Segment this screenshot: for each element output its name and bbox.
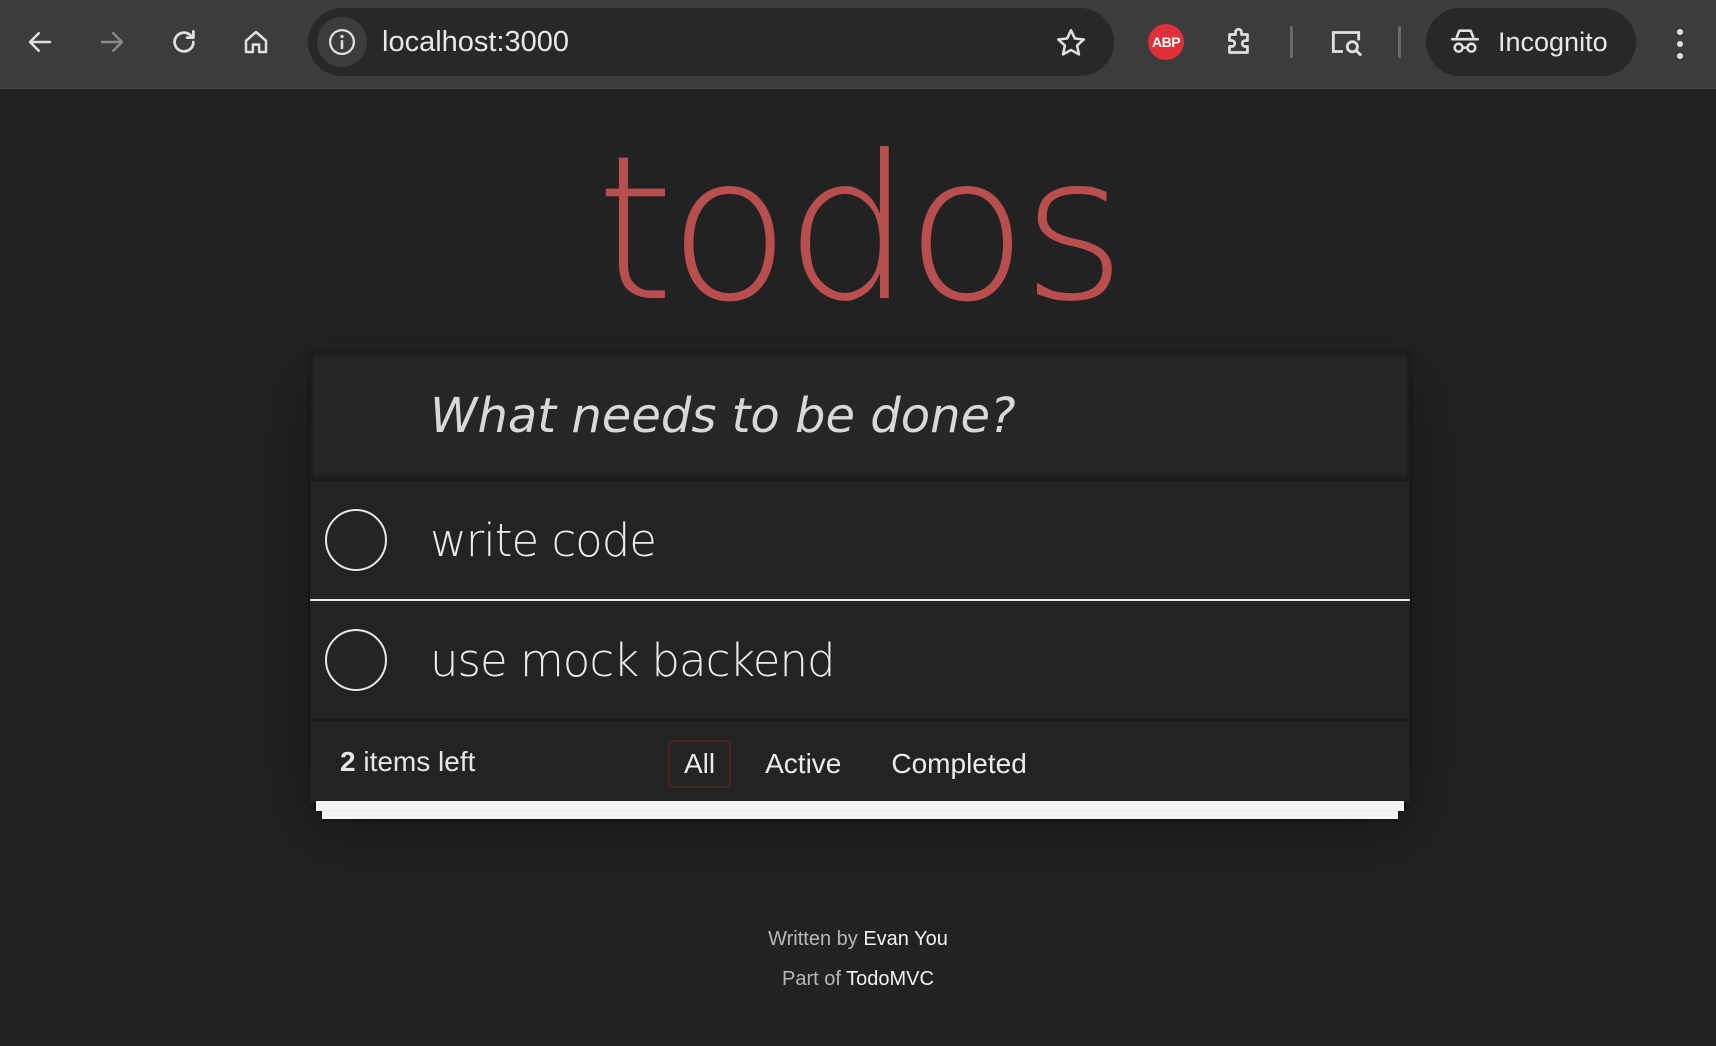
stack-shadow-layer	[322, 811, 1398, 819]
filter-active[interactable]: Active	[749, 740, 857, 788]
items-left-number: 2	[340, 746, 356, 777]
menu-icon	[1677, 29, 1683, 35]
todo-label[interactable]: use mock backend	[430, 601, 836, 721]
incognito-icon	[1450, 29, 1480, 53]
stack-shadow-layer	[316, 801, 1404, 811]
info-part-of: Part of TodoMVC	[0, 968, 1716, 991]
abp-icon: ABP	[1151, 34, 1181, 50]
reload-icon	[173, 30, 195, 53]
todo-app: write code use mock backend 2 items left…	[310, 351, 1410, 803]
info-written-prefix: Written by	[768, 928, 864, 950]
forward-button[interactable]	[86, 16, 138, 68]
back-button[interactable]	[14, 16, 66, 68]
address-bar[interactable]: localhost:3000	[308, 8, 1114, 76]
home-button[interactable]	[230, 16, 282, 68]
app-title: todos	[595, 113, 1126, 346]
extensions-icon	[1228, 27, 1249, 54]
author-link[interactable]: Evan You	[863, 928, 948, 950]
profile-button[interactable]: Incognito	[1426, 8, 1636, 76]
todo-footer: 2 items left All Active Completed	[310, 721, 1410, 803]
bookmark-button[interactable]	[1054, 26, 1088, 60]
info-part-prefix: Part of	[782, 968, 847, 990]
star-icon	[1056, 28, 1086, 56]
forward-icon	[100, 32, 124, 52]
todo-toggle-checkbox[interactable]	[325, 509, 387, 571]
media-search-button[interactable]	[1326, 22, 1366, 62]
extensions-button[interactable]	[1220, 22, 1260, 62]
toolbar-divider	[1290, 26, 1293, 58]
abp-extension-button[interactable]: ABP	[1148, 24, 1184, 60]
home-icon	[244, 30, 268, 54]
back-icon	[28, 32, 52, 52]
profile-label: Incognito	[1498, 26, 1608, 57]
filter-completed[interactable]: Completed	[875, 740, 1042, 788]
info-icon	[329, 29, 355, 55]
info-written-by: Written by Evan You	[0, 928, 1716, 951]
items-left-suffix: items left	[355, 746, 476, 777]
reload-button[interactable]	[158, 16, 210, 68]
filter-all[interactable]: All	[668, 740, 732, 788]
items-left-count: 2 items left	[340, 721, 475, 803]
todo-item[interactable]: write code	[310, 481, 1410, 601]
toolbar-divider	[1398, 26, 1401, 58]
media-search-icon	[1331, 31, 1362, 57]
browser-menu-button[interactable]	[1665, 24, 1695, 64]
url-text[interactable]: localhost:3000	[382, 8, 569, 76]
browser-toolbar: localhost:3000 ABP Incognito	[0, 0, 1716, 89]
new-todo-input[interactable]	[310, 351, 1410, 481]
site-info-button[interactable]	[317, 17, 367, 67]
todo-label[interactable]: write code	[430, 481, 657, 601]
todo-toggle-checkbox[interactable]	[325, 629, 387, 691]
todomvc-link[interactable]: TodoMVC	[846, 968, 934, 990]
todo-item[interactable]: use mock backend	[310, 601, 1410, 721]
filter-list: All Active Completed	[668, 740, 1043, 788]
